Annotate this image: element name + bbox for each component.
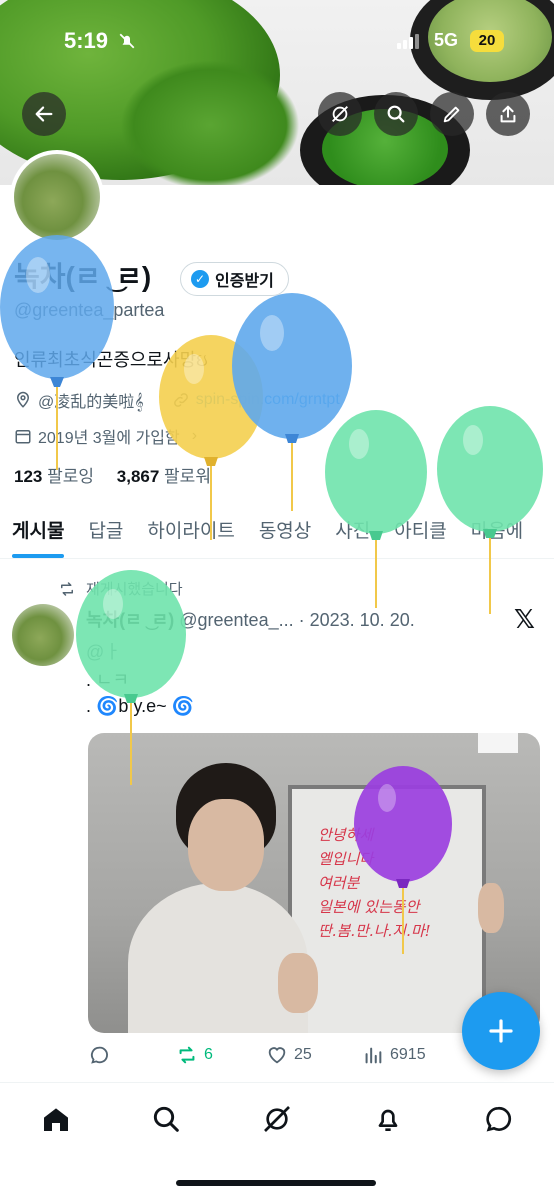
profile-tabs: 게시물 답글 하이라이트 동영상 사진 아티클 마음에 bbox=[0, 508, 554, 559]
profile-meta-joined-row: 2019년 3월에 가입함 › bbox=[14, 424, 197, 448]
nav-search[interactable] bbox=[150, 1103, 182, 1135]
views-chart-icon bbox=[365, 1047, 382, 1064]
signal-icon bbox=[397, 34, 419, 49]
grok-button[interactable] bbox=[318, 92, 362, 136]
following-label[interactable]: 팔로잉 bbox=[47, 467, 94, 486]
profile-website-link[interactable]: spin-spin.com/grntpt bbox=[196, 391, 340, 409]
post-header: 녹차(ㄹ ͜ ㄹ) @greentea_... · 2023. 10. 20. bbox=[86, 606, 415, 632]
back-button[interactable] bbox=[22, 92, 66, 136]
message-bubble-icon bbox=[486, 1106, 512, 1132]
post-text-line: . 🌀b.y.e~ 🌀 bbox=[86, 696, 195, 716]
location-pin-icon bbox=[16, 391, 30, 408]
like-button[interactable]: 25 bbox=[266, 1044, 362, 1066]
views-button[interactable]: 6915 bbox=[362, 1044, 462, 1066]
repost-indicator: 재게시했습니다 bbox=[58, 578, 183, 599]
post-image[interactable]: 안녕하세 엘입니다 여러분 일본에 있는동안 딴.봄.만.나.지.마! bbox=[88, 733, 540, 1033]
verified-badge-icon: ✓ bbox=[191, 270, 209, 288]
share-button[interactable] bbox=[486, 92, 530, 136]
network-label: 5G bbox=[434, 30, 459, 50]
profile-name: 녹차(ㄹ ͜ ㄹ) bbox=[14, 261, 152, 292]
repost-button[interactable]: 6 bbox=[176, 1044, 266, 1066]
profile-meta-location-row: @凌乱的美啦𝄞 spin-spin.com/grntpt bbox=[14, 388, 340, 412]
post-author-handle[interactable]: @greentea_... bbox=[179, 610, 293, 630]
ceiling-light bbox=[478, 733, 518, 753]
back-arrow-icon bbox=[35, 106, 53, 122]
home-icon bbox=[44, 1108, 68, 1131]
reply-icon bbox=[91, 1046, 108, 1064]
grok-icon bbox=[332, 106, 348, 122]
tab-highlights[interactable]: 하이라이트 bbox=[135, 508, 246, 558]
share-icon bbox=[500, 105, 516, 123]
search-icon bbox=[387, 105, 405, 123]
heart-icon bbox=[268, 1047, 286, 1064]
person-figure bbox=[128, 763, 318, 1033]
chevron-right-icon[interactable]: › bbox=[192, 427, 197, 445]
get-verified-button[interactable]: ✓ 인증받기 bbox=[180, 262, 289, 296]
following-count[interactable]: 123 bbox=[14, 467, 42, 486]
post-date[interactable]: · 2023. 10. 20. bbox=[299, 610, 415, 630]
edit-button[interactable] bbox=[430, 92, 474, 136]
nav-notifications[interactable] bbox=[372, 1103, 404, 1135]
whiteboard-writing: 안녕하세 엘입니다 여러분 일본에 있는동안 딴.봄.만.나.지.마! bbox=[318, 826, 431, 940]
calendar-icon bbox=[15, 430, 31, 444]
profile-joined-date: 2019년 3월에 가입함 bbox=[38, 430, 180, 447]
repost-note-text: 재게시했습니다 bbox=[86, 581, 183, 598]
repost-icon bbox=[61, 581, 73, 596]
view-count: 6915 bbox=[390, 1046, 426, 1063]
tab-videos[interactable]: 동영상 bbox=[247, 508, 323, 558]
post-author-name[interactable]: 녹차(ㄹ ͜ ㄹ) bbox=[86, 610, 174, 630]
profile-location: @凌乱的美啦𝄞 bbox=[38, 394, 144, 411]
home-indicator bbox=[176, 1180, 376, 1186]
profile-avatar[interactable] bbox=[10, 150, 104, 244]
grok-icon bbox=[264, 1106, 290, 1132]
post-text-line: @ㅏ bbox=[86, 642, 121, 662]
x-logo-icon[interactable]: 𝕏 bbox=[514, 604, 535, 635]
tab-likes[interactable]: 마음에 bbox=[459, 508, 535, 558]
tab-replies[interactable]: 답글 bbox=[76, 508, 135, 558]
repost-icon bbox=[179, 1046, 195, 1064]
tab-posts[interactable]: 게시물 bbox=[0, 508, 76, 558]
like-count: 25 bbox=[294, 1046, 312, 1063]
repost-count: 6 bbox=[204, 1046, 213, 1063]
status-bar: 5:19 5G 20 bbox=[0, 22, 554, 62]
silent-bell-icon bbox=[118, 32, 136, 55]
nav-grok[interactable] bbox=[261, 1103, 293, 1135]
battery-indicator: 20 bbox=[470, 30, 504, 52]
status-time: 5:19 bbox=[64, 28, 109, 53]
post-text-line: . ㄴㅋ bbox=[86, 670, 130, 690]
bell-icon bbox=[378, 1109, 398, 1131]
post-author-avatar[interactable] bbox=[12, 604, 74, 666]
profile-handle: @greentea_partea bbox=[14, 300, 165, 320]
reply-button[interactable] bbox=[88, 1044, 176, 1066]
plus-icon bbox=[489, 1019, 513, 1043]
followers-label[interactable]: 팔로워 bbox=[164, 467, 211, 486]
hand-figure bbox=[478, 883, 504, 933]
followers-count[interactable]: 3,867 bbox=[117, 467, 160, 486]
get-verified-label: 인증받기 bbox=[215, 273, 274, 290]
link-icon bbox=[173, 393, 188, 407]
nav-messages[interactable] bbox=[482, 1103, 514, 1135]
nav-home[interactable] bbox=[40, 1103, 72, 1135]
profile-bio: 인류최초식곤증으로사망ઇ bbox=[14, 350, 208, 370]
tab-articles[interactable]: 아티클 bbox=[382, 508, 458, 558]
compose-post-button[interactable] bbox=[462, 992, 540, 1070]
matcha-powder-image-2 bbox=[120, 60, 300, 185]
pencil-icon bbox=[443, 106, 460, 123]
search-icon bbox=[153, 1106, 179, 1132]
tab-photos[interactable]: 사진 bbox=[323, 508, 382, 558]
search-button[interactable] bbox=[374, 92, 418, 136]
follow-counts: 123 팔로잉 3,867 팔로워 bbox=[14, 462, 229, 487]
